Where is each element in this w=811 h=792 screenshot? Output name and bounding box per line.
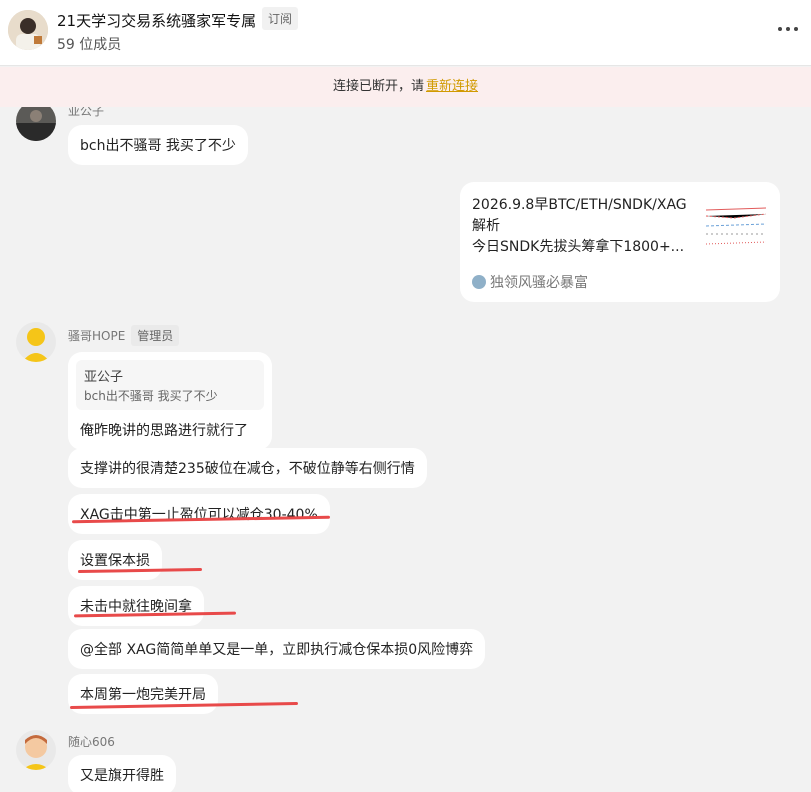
card-line: 2026.9.8早BTC/ETH/SNDK/XAG [472, 197, 687, 213]
reconnect-link[interactable]: 重新连接 [426, 79, 478, 94]
avatar[interactable] [16, 107, 56, 141]
message-bubble[interactable]: 设置保本损 [68, 540, 162, 580]
quoted-message[interactable]: 亚公子 bch出不骚哥 我买了不少 [76, 360, 264, 410]
disconnect-banner: 连接已断开，请 重新连接 [0, 67, 811, 107]
card-source: 独领风骚必暴富 [472, 272, 588, 292]
sender-name: 随心606 [68, 735, 115, 749]
more-options-icon[interactable] [774, 18, 802, 40]
disconnect-text: 连接已断开，请 [332, 79, 424, 94]
message-bubble[interactable]: 未击中就往晚间拿 [68, 586, 204, 626]
card-line: 解析 [472, 218, 500, 234]
message-bubble[interactable]: XAG击中第一止盈位可以减仓30-40% [68, 494, 330, 534]
card-line: 今日SNDK先拔头筹拿下1800+... [472, 239, 685, 255]
group-avatar[interactable] [8, 10, 48, 50]
message-list[interactable]: 亚公子 bch出不骚哥 我买了不少 2026.9.8早BTC/ETH/SNDK/… [0, 107, 811, 792]
card-source-name: 独领风骚必暴富 [490, 275, 588, 291]
quoted-text: bch出不骚哥 我买了不少 [84, 389, 218, 403]
admin-badge: 管理员 [131, 325, 180, 346]
message-bubble[interactable]: bch出不骚哥 我买了不少 [68, 125, 248, 165]
avatar[interactable] [16, 730, 56, 770]
message-bubble[interactable]: 支撑讲的很清楚235破位在减仓，不破位静等右侧行情 [68, 448, 427, 488]
avatar[interactable] [16, 322, 56, 362]
sender-name: 亚公子 [68, 107, 105, 118]
reply-bubble[interactable]: 亚公子 bch出不骚哥 我买了不少 俺昨晚讲的思路进行就行了 [68, 352, 272, 450]
quoted-sender: 亚公子 [84, 370, 124, 385]
reply-text: 俺昨晚讲的思路进行就行了 [80, 423, 248, 439]
shared-article-card[interactable]: 2026.9.8早BTC/ETH/SNDK/XAG 解析 今日SNDK先拔头筹拿… [460, 182, 780, 302]
message-bubble[interactable]: 又是旗开得胜 [68, 755, 176, 792]
member-count[interactable]: 59 位成员 [57, 34, 121, 54]
sender-name-text: 骚哥HOPE [68, 329, 126, 343]
subscribe-tag[interactable]: 订阅 [262, 7, 299, 30]
group-title: 21天学习交易系统骚家军专属 [57, 12, 257, 30]
source-avatar-icon [472, 275, 486, 289]
chat-header: 21天学习交易系统骚家军专属 订阅 59 位成员 [0, 0, 811, 66]
sender-name: 骚哥HOPE 管理员 [68, 325, 180, 346]
card-thumbnail [704, 200, 768, 256]
card-title: 2026.9.8早BTC/ETH/SNDK/XAG 解析 今日SNDK先拔头筹拿… [472, 195, 692, 258]
message-bubble[interactable]: @全部 XAG简简单单又是一单，立即执行减仓保本损0风险博弈 [68, 629, 486, 669]
